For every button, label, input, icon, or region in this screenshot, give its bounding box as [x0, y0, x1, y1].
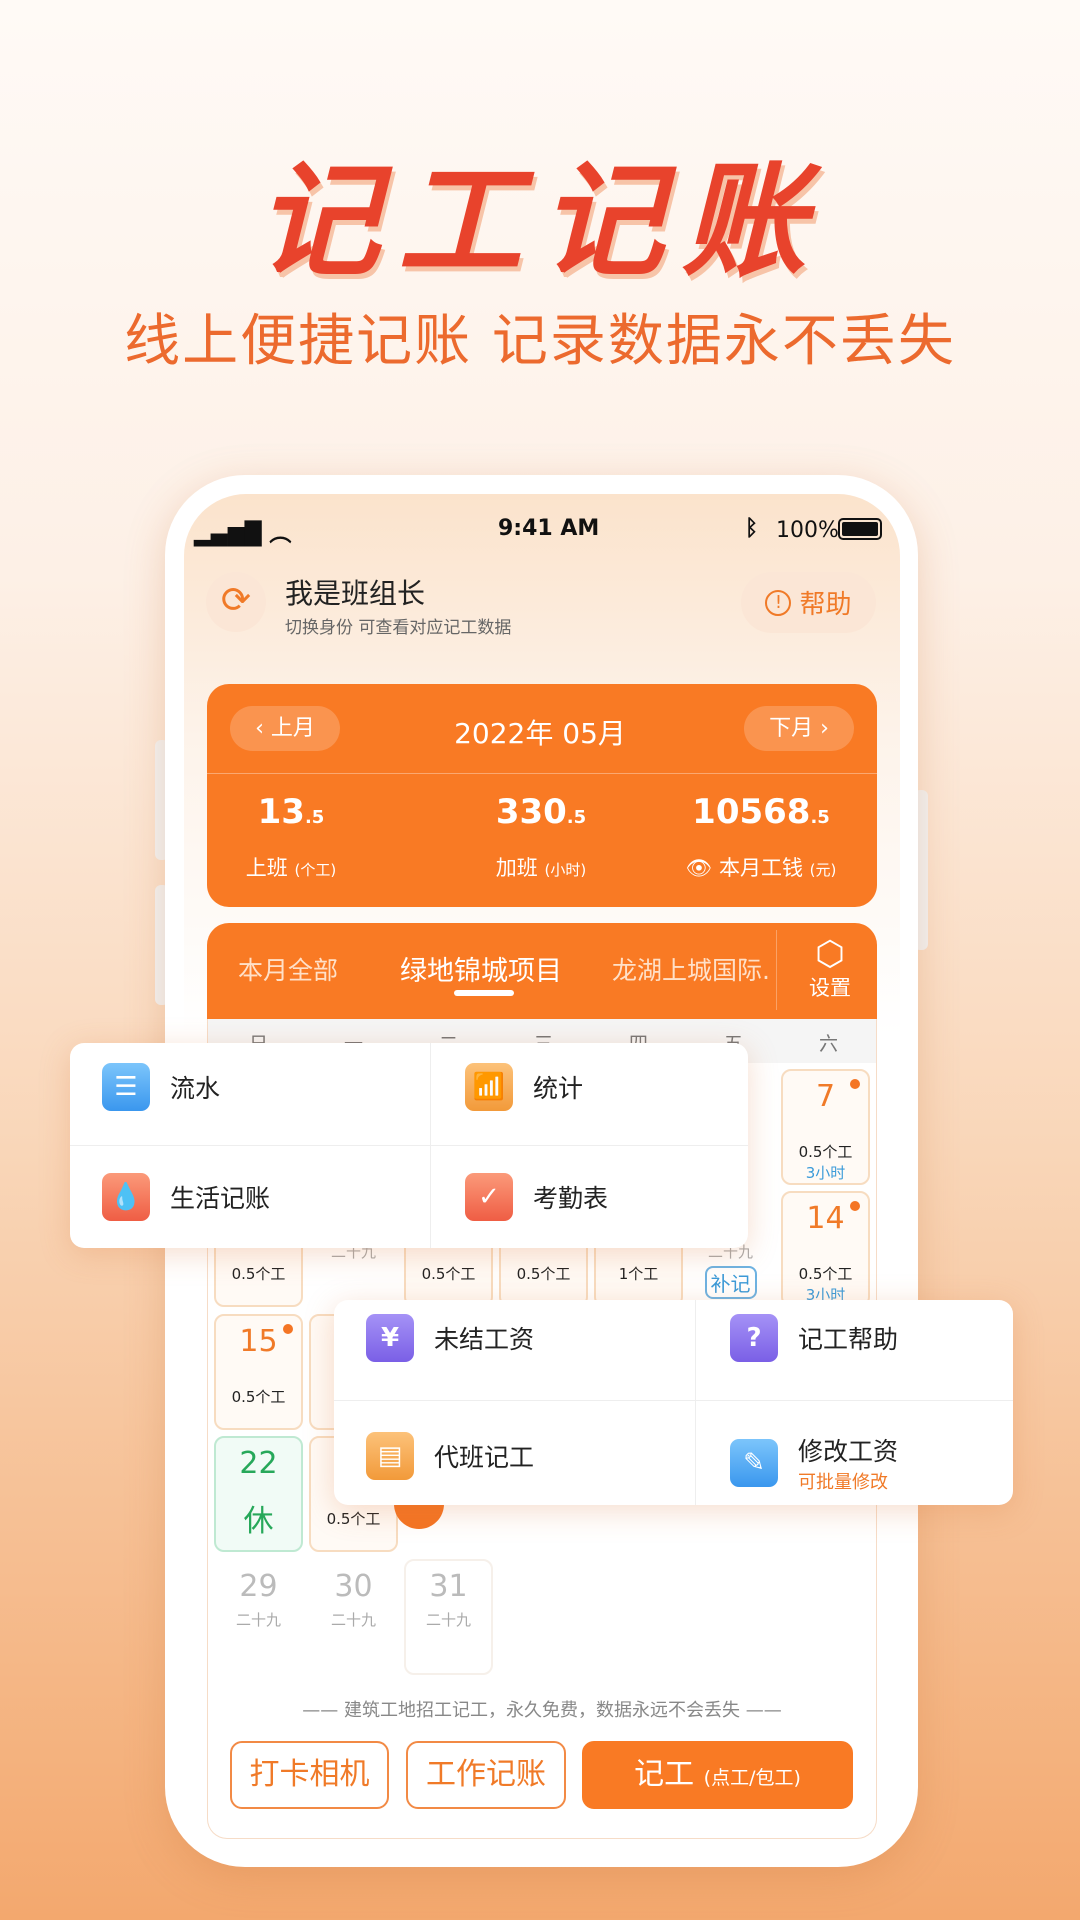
- next-month-button[interactable]: 下月 ›: [744, 706, 854, 751]
- drop-icon: 💧: [102, 1173, 150, 1221]
- menu-item-help[interactable]: ? 记工帮助: [730, 1314, 898, 1362]
- menu-item-stats[interactable]: 📶 统计: [465, 1063, 583, 1111]
- tab-project-active[interactable]: 绿地锦城项目: [400, 949, 562, 988]
- lunar-date: 二十九: [425, 1611, 471, 1629]
- role-title: 我是班组长: [285, 577, 426, 610]
- record-work-button[interactable]: 记工 (点工/包工): [582, 1741, 853, 1809]
- hexagon-gear-icon: ⬡: [815, 934, 845, 974]
- eye-icon[interactable]: 👁: [686, 856, 713, 880]
- stat-work-value: 13.5: [257, 792, 325, 832]
- divider: [776, 930, 777, 1010]
- day-number: 22: [239, 1446, 278, 1481]
- rest-label: 休: [243, 1504, 274, 1539]
- calendar-day[interactable]: 22 休: [214, 1436, 303, 1552]
- hero-title: 记工记账: [255, 150, 824, 294]
- calendar-day[interactable]: 31 二十九: [404, 1559, 493, 1675]
- battery-text: 100%: [776, 518, 839, 543]
- stat-overtime-value: 330.5: [495, 792, 587, 832]
- settings-button[interactable]: ⬡ 设置: [795, 936, 865, 1002]
- question-icon: ?: [730, 1314, 778, 1362]
- menu-item-flow[interactable]: ☰ 流水: [102, 1063, 220, 1111]
- note-icon: ▤: [366, 1432, 414, 1480]
- hero-subtitle: 线上便捷记账 记录数据永不丢失: [124, 309, 956, 374]
- chart-icon: 📶: [465, 1063, 513, 1111]
- work-amount: 0.5个工: [798, 1143, 853, 1161]
- weekday-label: 六: [818, 1033, 838, 1055]
- bluetooth-icon: ᛒ: [745, 516, 759, 541]
- quick-menu-2: ¥ 未结工资 ? 记工帮助 ▤ 代班记工 ✎ 修改工资 可批量修改: [334, 1300, 1013, 1505]
- tab-project[interactable]: 龙湖上城国际.: [612, 951, 777, 987]
- footer-slogan: —— 建筑工地招工记工，永久免费，数据永远不会丢失 ——: [302, 1700, 782, 1721]
- current-month: 2022年 05月: [454, 717, 626, 750]
- calendar-day[interactable]: 15 0.5个工: [214, 1314, 303, 1430]
- overtime-hours: 3小时: [805, 1164, 846, 1182]
- work-account-button[interactable]: 工作记账: [406, 1741, 566, 1809]
- stat-wage-value: 10568.5: [692, 792, 830, 832]
- calendar-day[interactable]: 30 二十九: [309, 1559, 398, 1675]
- stat-work-label: 上班 (个工): [245, 856, 337, 880]
- help-label: 帮助: [799, 590, 852, 620]
- help-button[interactable]: ! 帮助: [741, 572, 876, 633]
- menu-item-unpaid-wage[interactable]: ¥ 未结工资: [366, 1314, 534, 1362]
- camera-button[interactable]: 打卡相机: [230, 1741, 389, 1809]
- menu-item-attendance[interactable]: ✓ 考勤表: [465, 1173, 608, 1221]
- work-amount: 0.5个工: [231, 1388, 286, 1406]
- calendar-day[interactable]: 7 0.5个工 3小时: [781, 1069, 870, 1185]
- signal-icon: ▂▄▆█ ︵: [194, 522, 292, 547]
- edit-icon: ✎: [730, 1439, 778, 1487]
- list-icon: ☰: [102, 1063, 150, 1111]
- status-time: 9:41 AM: [498, 516, 600, 541]
- yen-icon: ¥: [366, 1314, 414, 1362]
- work-amount: 0.5个工: [326, 1510, 381, 1528]
- work-amount: 0.5个工: [231, 1265, 286, 1283]
- day-number: 31: [429, 1569, 468, 1604]
- role-subtitle: 切换身份 可查看对应记工数据: [285, 618, 512, 638]
- divider: [207, 773, 877, 774]
- work-amount: 1个工: [618, 1265, 659, 1283]
- calendar-day[interactable]: 29 二十九: [214, 1559, 303, 1675]
- stat-wage-label[interactable]: 👁 本月工钱 (元): [661, 852, 861, 882]
- day-number: 29: [239, 1569, 278, 1604]
- record-dot: [283, 1324, 293, 1334]
- menu-item-edit-wage[interactable]: ✎ 修改工资 可批量修改: [730, 1432, 898, 1494]
- lunar-date: 二十九: [235, 1611, 281, 1629]
- tab-all[interactable]: 本月全部: [238, 951, 338, 987]
- record-dot: [850, 1201, 860, 1211]
- menu-item-proxy-record[interactable]: ▤ 代班记工: [366, 1432, 534, 1480]
- lunar-date: 二十九: [330, 1611, 376, 1629]
- calendar-day[interactable]: 14 0.5个工 3小时: [781, 1191, 870, 1307]
- record-dot: [850, 1079, 860, 1089]
- work-amount: 0.5个工: [798, 1265, 853, 1283]
- alert-icon: !: [765, 589, 792, 616]
- calendar-check-icon: ✓: [465, 1173, 513, 1221]
- stat-overtime-label: 加班 (小时): [495, 856, 587, 880]
- work-amount: 0.5个工: [516, 1265, 571, 1283]
- battery-icon: [838, 518, 882, 540]
- prev-month-button[interactable]: ‹ 上月: [230, 706, 340, 751]
- day-number: 30: [334, 1569, 373, 1604]
- work-amount: 0.5个工: [421, 1265, 476, 1283]
- backfill-badge: 补记: [704, 1266, 757, 1299]
- tab-indicator: [454, 990, 514, 996]
- menu-item-life-account[interactable]: 💧 生活记账: [102, 1173, 270, 1221]
- switch-role-icon[interactable]: ⟳: [206, 572, 266, 632]
- quick-menu-1: ☰ 流水 📶 统计 💧 生活记账 ✓ 考勤表: [70, 1043, 748, 1248]
